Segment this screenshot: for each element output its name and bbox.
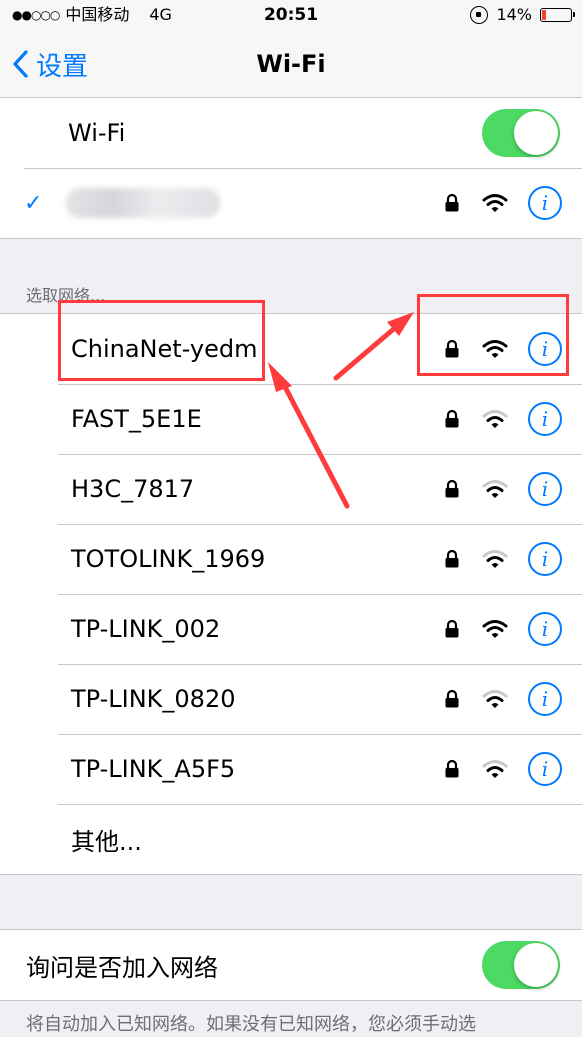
network-ssid: TP-LINK_A5F5: [71, 755, 236, 783]
wifi-signal-icon: [482, 340, 508, 358]
lock-icon: [445, 689, 459, 708]
wifi-group: Wi-Fi ✓ i: [0, 97, 582, 239]
page-title: Wi-Fi: [256, 50, 326, 78]
rotation-lock-icon: [470, 6, 489, 24]
ask-to-join-toggle-switch[interactable]: [482, 941, 560, 989]
toggle-knob: [514, 111, 558, 155]
network-row-tp-link-002[interactable]: TP-LINK_002 i: [0, 594, 582, 664]
lock-icon: [445, 339, 459, 358]
toggle-knob: [514, 943, 558, 987]
network-ssid: TOTOLINK_1969: [71, 545, 266, 573]
lock-icon: [445, 409, 459, 428]
info-button[interactable]: i: [528, 186, 562, 220]
network-icons: i: [444, 314, 562, 384]
network-icons: i: [444, 454, 562, 524]
battery-icon: [540, 8, 575, 22]
network-ssid: FAST_5E1E: [71, 405, 202, 433]
ask-to-join-footer: 将自动加入已知网络。如果没有已知网络，您必须手动选: [26, 1014, 476, 1035]
wifi-signal-icon: [482, 620, 508, 638]
network-icons: i: [444, 664, 562, 734]
info-button[interactable]: i: [528, 682, 562, 716]
section-header: 选取网络...: [26, 286, 106, 305]
network-row-tp-link-0820[interactable]: TP-LINK_0820 i: [0, 664, 582, 734]
info-button[interactable]: i: [528, 612, 562, 646]
info-button[interactable]: i: [528, 752, 562, 786]
redacted-ssid: [66, 188, 220, 218]
lock-icon: [445, 619, 459, 638]
lock-icon: [445, 759, 459, 778]
network-icons: i: [444, 594, 562, 664]
wifi-toggle-switch[interactable]: [482, 109, 560, 157]
network-icons: i: [444, 734, 562, 804]
other-network-row[interactable]: 其他...: [0, 804, 582, 874]
network-icons: i: [444, 524, 562, 594]
status-right: 14%: [470, 0, 575, 30]
wifi-signal-icon: [482, 480, 508, 498]
lock-icon: [445, 193, 459, 212]
network-ssid: TP-LINK_002: [71, 615, 221, 643]
status-bar: ●●○○○ 中国移动 4G 20:51 14%: [0, 0, 582, 30]
battery-level-fill: [542, 10, 546, 20]
info-button[interactable]: i: [528, 542, 562, 576]
wifi-signal-icon: [482, 550, 508, 568]
network-row-totolink-1969[interactable]: TOTOLINK_1969 i: [0, 524, 582, 594]
network-row-tp-link-a5f5[interactable]: TP-LINK_A5F5 i: [0, 734, 582, 804]
wifi-signal-icon: [482, 410, 508, 428]
connected-network-icons: i: [444, 168, 562, 238]
navigation-bar: 设置 Wi-Fi: [0, 30, 582, 98]
wifi-toggle-row: Wi-Fi: [0, 98, 582, 168]
network-row-h3c-7817[interactable]: H3C_7817 i: [0, 454, 582, 524]
checkmark-icon: ✓: [24, 190, 43, 216]
network-ssid: H3C_7817: [71, 475, 195, 503]
info-button[interactable]: i: [528, 332, 562, 366]
network-row-fast-5e1e[interactable]: FAST_5E1E i: [0, 384, 582, 454]
info-button[interactable]: i: [528, 472, 562, 506]
network-icons: i: [444, 384, 562, 454]
network-ssid: ChinaNet-yedm: [71, 335, 258, 363]
wifi-signal-icon: [482, 194, 508, 212]
lock-icon: [445, 549, 459, 568]
other-network-label: 其他...: [71, 827, 142, 856]
battery-percent: 14%: [496, 5, 532, 24]
network-ssid: TP-LINK_0820: [71, 685, 236, 713]
wifi-signal-icon: [482, 760, 508, 778]
lock-icon: [445, 479, 459, 498]
network-row-chinanet-yedm[interactable]: ChinaNet-yedm i: [0, 314, 582, 384]
info-button[interactable]: i: [528, 402, 562, 436]
wifi-signal-icon: [482, 690, 508, 708]
connected-network-row[interactable]: ✓ i: [0, 168, 582, 238]
wifi-toggle-label: Wi-Fi: [68, 119, 126, 147]
network-list: ChinaNet-yedm i FAST_5E1E i H3C_7817 i T…: [0, 313, 582, 875]
ask-to-join-label: 询问是否加入网络: [26, 953, 218, 982]
wifi-settings-screen: ●●○○○ 中国移动 4G 20:51 14% 设置 Wi-Fi Wi-Fi ✓…: [0, 0, 582, 1037]
ask-to-join-row: 询问是否加入网络: [0, 930, 582, 1000]
ask-to-join-group: 询问是否加入网络: [0, 929, 582, 1001]
